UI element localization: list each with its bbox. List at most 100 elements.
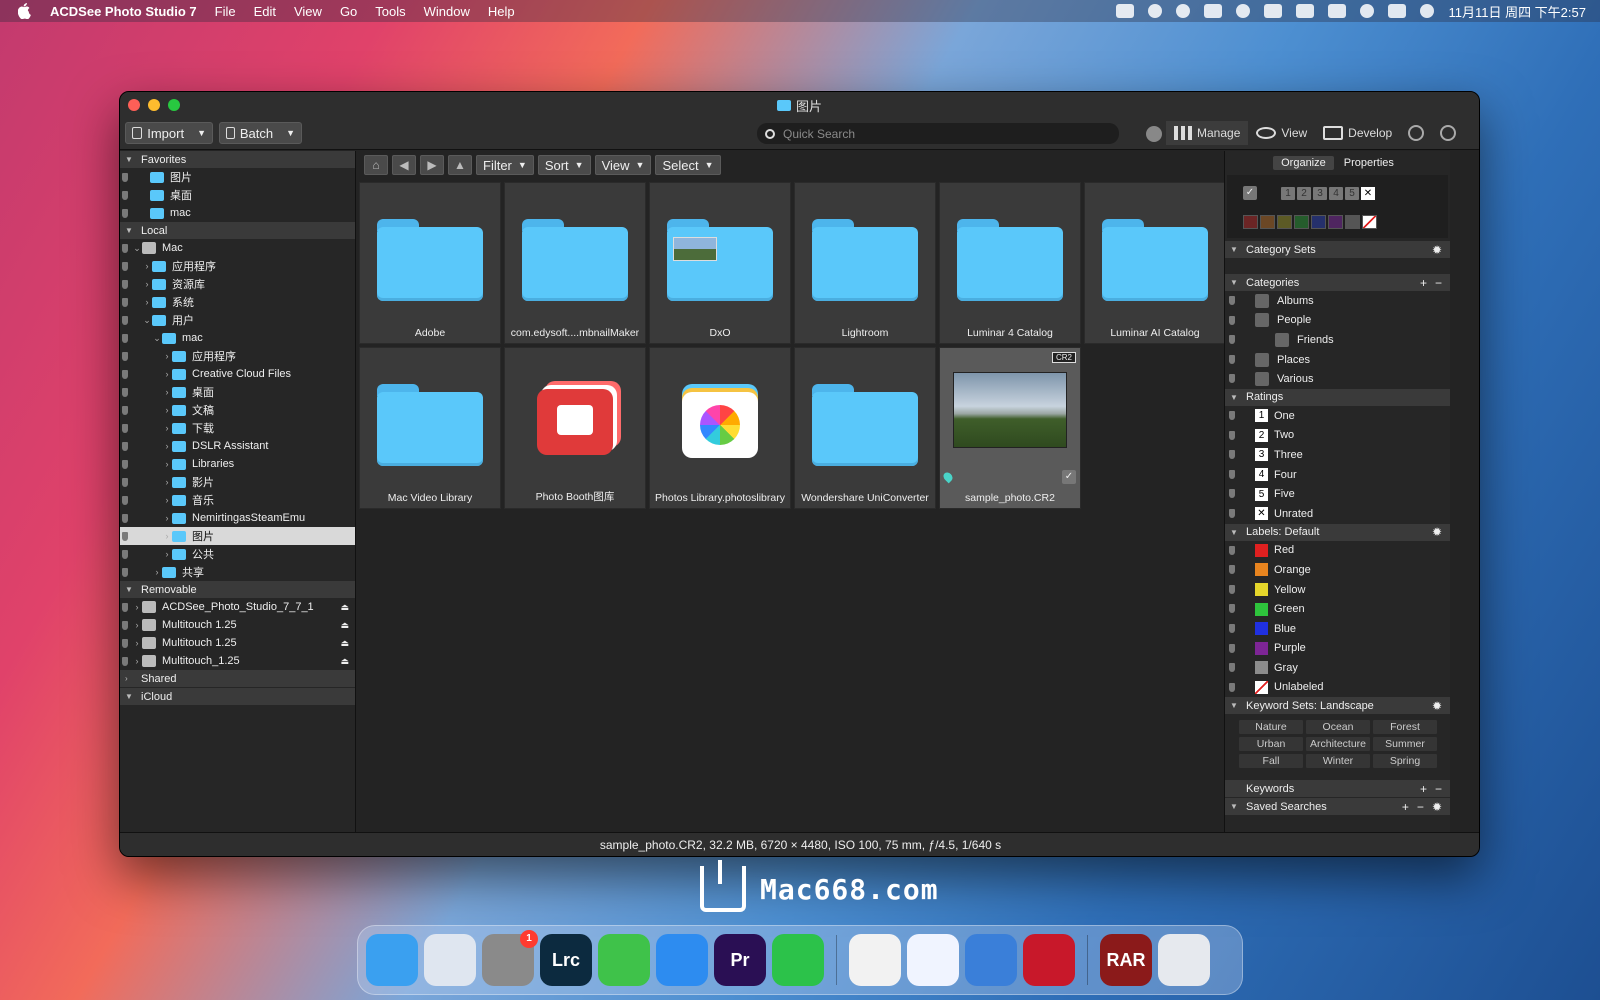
tree-item[interactable]: ⌄ 用户 <box>120 311 355 329</box>
removable-volume[interactable]: › Multitouch_1.25 ⏏ <box>120 652 355 670</box>
category-item[interactable]: Albums <box>1225 291 1450 311</box>
rating-filter-3[interactable]: 3 <box>1313 186 1327 200</box>
rocket-icon[interactable] <box>965 934 1017 986</box>
keyword-sets-header[interactable]: ▼ Keyword Sets: Landscape ✹ <box>1225 697 1450 715</box>
chevron-right-icon[interactable]: › <box>142 261 152 271</box>
tree-item[interactable]: › 共享 <box>120 563 355 581</box>
up-button[interactable]: ▲ <box>448 155 472 175</box>
gear-icon[interactable]: ✹ <box>1432 243 1442 257</box>
no-label-filter[interactable] <box>1362 215 1377 229</box>
clipboard-icon[interactable] <box>1204 4 1223 18</box>
favorite-item[interactable]: 桌面 <box>120 186 355 204</box>
spotlight-icon[interactable] <box>1360 4 1375 18</box>
back-button[interactable]: ◀ <box>392 155 416 175</box>
tree-item[interactable]: › Libraries <box>120 455 355 473</box>
rating-filter-4[interactable]: 4 <box>1329 186 1343 200</box>
chevron-right-icon[interactable]: › <box>132 602 142 612</box>
chevron-down-icon[interactable]: ⌄ <box>132 243 142 254</box>
keyword-set-button[interactable]: Ocean <box>1306 720 1370 735</box>
wechat-icon[interactable] <box>772 934 824 986</box>
menu-edit[interactable]: Edit <box>254 4 276 19</box>
select-dropdown[interactable]: Select ▼ <box>655 155 721 175</box>
creative-cloud-icon[interactable] <box>1176 4 1191 18</box>
removable-section[interactable]: ▼ Removable <box>120 581 355 598</box>
add-category-icon[interactable]: + <box>1420 276 1427 290</box>
tree-item[interactable]: › 图片 <box>120 527 355 545</box>
keyword-set-button[interactable]: Fall <box>1239 754 1303 769</box>
tree-item[interactable]: › DSLR Assistant <box>120 437 355 455</box>
rating-filter-1[interactable]: 1 <box>1281 186 1295 200</box>
gear-icon[interactable]: ✹ <box>1432 699 1442 713</box>
thumbnail-tile[interactable]: Lightroom <box>794 182 936 344</box>
menu-help[interactable]: Help <box>488 4 515 19</box>
forward-button[interactable]: ▶ <box>420 155 444 175</box>
user-icon[interactable] <box>1146 126 1162 142</box>
menu-file[interactable]: File <box>215 4 236 19</box>
keyword-set-button[interactable]: Nature <box>1239 720 1303 735</box>
category-checkbox[interactable] <box>1255 372 1269 387</box>
category-checkbox[interactable] <box>1255 293 1269 308</box>
color-label-item[interactable]: Blue <box>1225 619 1450 639</box>
chevron-right-icon[interactable]: › <box>162 495 172 505</box>
siri-icon[interactable] <box>1420 4 1435 18</box>
ratings-header[interactable]: ▼ Ratings <box>1225 388 1450 406</box>
tree-item[interactable]: › 桌面 <box>120 383 355 401</box>
chevron-right-icon[interactable]: › <box>162 549 172 559</box>
removable-volume[interactable]: › Multitouch 1.25 ⏏ <box>120 616 355 634</box>
icloud-section[interactable]: ▼ iCloud <box>120 688 355 705</box>
safari-icon[interactable] <box>656 934 708 986</box>
label-filter-swatch[interactable] <box>1345 215 1360 229</box>
category-checkbox[interactable] <box>1255 352 1269 367</box>
chevron-right-icon[interactable]: › <box>162 477 172 487</box>
view-dropdown[interactable]: View ▼ <box>594 155 652 175</box>
removable-volume[interactable]: › Multitouch 1.25 ⏏ <box>120 634 355 652</box>
label-filter-swatch[interactable] <box>1328 215 1343 229</box>
keyword-set-button[interactable]: Urban <box>1239 737 1303 752</box>
tree-item[interactable]: › 资源库 <box>120 275 355 293</box>
lightroom-classic-icon[interactable]: Lrc <box>540 934 592 986</box>
eject-icon[interactable]: ⏏ <box>340 638 349 649</box>
rating-filter-6[interactable]: ✕ <box>1361 186 1375 200</box>
label-filter-swatch[interactable] <box>1260 215 1275 229</box>
rating-item[interactable]: ✕ Unrated <box>1225 504 1450 524</box>
keyword-set-button[interactable]: Summer <box>1373 737 1437 752</box>
menu-tools[interactable]: Tools <box>375 4 405 19</box>
chevron-right-icon[interactable]: › <box>132 620 142 630</box>
color-label-item[interactable]: Red <box>1225 541 1450 561</box>
rating-filter-2[interactable]: 2 <box>1297 186 1311 200</box>
color-label-item[interactable]: Gray <box>1225 658 1450 678</box>
tag-checkbox[interactable]: ✓ <box>1062 470 1076 484</box>
gear-icon[interactable]: ✹ <box>1432 800 1442 814</box>
status-dots-icon[interactable] <box>1116 4 1135 18</box>
labels-header[interactable]: ▼ Labels: Default ✹ <box>1225 523 1450 541</box>
tree-item[interactable]: › 影片 <box>120 473 355 491</box>
label-filter-swatch[interactable] <box>1277 215 1292 229</box>
chevron-right-icon[interactable]: › <box>162 441 172 451</box>
365-button[interactable] <box>1400 121 1432 145</box>
thumbnail-tile[interactable]: Photo Booth图库 <box>504 347 646 509</box>
chevron-right-icon[interactable]: › <box>162 459 172 469</box>
category-item[interactable]: Various <box>1225 369 1450 389</box>
chevron-right-icon[interactable]: › <box>162 387 172 397</box>
view-mode-tab[interactable]: View <box>1248 121 1315 145</box>
thumbnail-tile[interactable]: Wondershare UniConverter <box>794 347 936 509</box>
gear-icon[interactable]: ✹ <box>1432 525 1442 539</box>
thumbnail-tile[interactable]: Adobe <box>359 182 501 344</box>
keyword-set-button[interactable]: Spring <box>1373 754 1437 769</box>
apple-icon[interactable] <box>18 3 32 19</box>
rating-filter-5[interactable]: 5 <box>1345 186 1359 200</box>
keywords-header[interactable]: Keywords + − <box>1225 780 1450 798</box>
rating-item[interactable]: 2 Two <box>1225 426 1450 446</box>
chevron-right-icon[interactable]: › <box>142 297 152 307</box>
remove-category-icon[interactable]: − <box>1435 276 1442 290</box>
keyword-set-button[interactable]: Winter <box>1306 754 1370 769</box>
menu-go[interactable]: Go <box>340 4 357 19</box>
tree-item[interactable]: › 文稿 <box>120 401 355 419</box>
marker-icon[interactable] <box>598 934 650 986</box>
thumbnail-tile[interactable]: Photos Library.photoslibrary <box>649 347 791 509</box>
chrome-icon[interactable] <box>849 934 901 986</box>
rating-item[interactable]: 5 Five <box>1225 484 1450 504</box>
thumbnail-tile[interactable]: Luminar AI Catalog <box>1084 182 1226 344</box>
menu-view[interactable]: View <box>294 4 322 19</box>
chevron-right-icon[interactable]: › <box>132 656 142 666</box>
